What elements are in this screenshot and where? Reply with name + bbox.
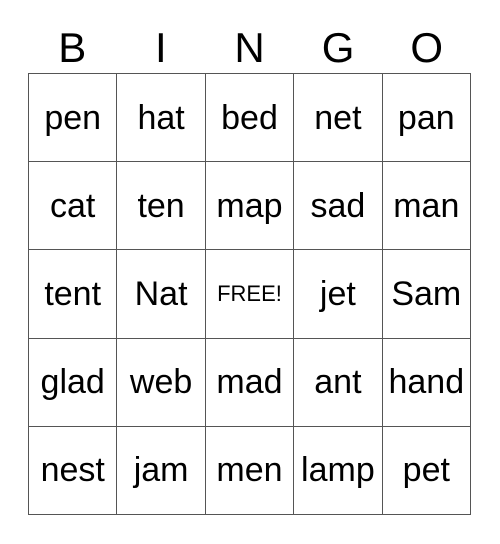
bingo-cell-text: pan (397, 98, 455, 137)
bingo-cell[interactable]: ten (117, 162, 206, 251)
bingo-header-letter-o: O (410, 23, 443, 71)
bingo-cell[interactable]: pen (29, 74, 118, 163)
bingo-cell-text: ant (314, 363, 362, 402)
bingo-cell-text: Sam (391, 274, 462, 313)
bingo-cell[interactable]: web (117, 338, 206, 427)
bingo-cell[interactable]: net (294, 74, 383, 163)
bingo-cell-text: glad (40, 363, 105, 402)
bingo-cell[interactable]: cat (29, 162, 118, 251)
bingo-cell[interactable]: hat (117, 74, 206, 163)
bingo-cell-text: net (314, 98, 362, 137)
bingo-cell-text: Nat (134, 274, 188, 313)
bingo-cell-text: tent (44, 274, 102, 313)
bingo-cell-text: sad (310, 186, 366, 225)
bingo-cell[interactable]: jet (294, 250, 383, 339)
bingo-cell[interactable]: man (382, 162, 471, 251)
bingo-cell[interactable]: sad (294, 162, 383, 251)
bingo-cell-text: man (393, 186, 460, 225)
bingo-cell-text: hat (137, 98, 185, 137)
bingo-cell[interactable]: Nat (117, 250, 206, 339)
bingo-header-letter-g: G (321, 23, 355, 71)
bingo-cell-text: bed (221, 98, 278, 137)
bingo-cell-text: pen (44, 98, 102, 137)
bingo-cell-text: map (216, 186, 283, 225)
bingo-cell-text: jam (133, 451, 189, 490)
bingo-cell[interactable]: pan (382, 74, 471, 163)
bingo-cell-text: mad (216, 363, 283, 402)
bingo-header-letter-n: N (234, 23, 265, 71)
bingo-cell[interactable]: jam (117, 426, 206, 515)
bingo-header-letter-b: B (58, 23, 87, 71)
bingo-cell[interactable]: men (205, 426, 295, 515)
bingo-cell-text: nest (40, 451, 105, 490)
bingo-cell[interactable]: hand (382, 338, 471, 427)
bingo-grid: pen hat bed net pan cat ten map sad man (28, 73, 471, 515)
bingo-cell-text: web (129, 363, 193, 402)
bingo-cell-text: hand (388, 363, 465, 402)
bingo-cell[interactable]: ant (294, 338, 383, 427)
bingo-free-cell-text: FREE! (217, 280, 282, 306)
bingo-free-cell[interactable]: FREE! (205, 250, 295, 339)
bingo-cell[interactable]: nest (29, 426, 118, 515)
bingo-cell-text: pet (402, 451, 450, 490)
bingo-cell[interactable]: tent (29, 250, 118, 339)
bingo-cell[interactable]: glad (29, 338, 118, 427)
bingo-header-letter-i: I (155, 23, 167, 71)
bingo-cell[interactable]: pet (382, 426, 471, 515)
bingo-cell[interactable]: bed (205, 74, 295, 163)
bingo-cell[interactable]: lamp (294, 426, 383, 515)
bingo-cell-text: cat (50, 186, 96, 225)
bingo-card: B I N G O pen hat bed net pan cat ten ma… (0, 0, 500, 544)
bingo-cell-text: lamp (301, 451, 375, 490)
bingo-cell-text: jet (319, 274, 356, 313)
bingo-cell-text: ten (137, 186, 185, 225)
bingo-header-row: B I N G O (28, 22, 471, 73)
bingo-cell-text: men (216, 451, 283, 490)
bingo-cell[interactable]: mad (205, 338, 295, 427)
bingo-cell[interactable]: map (205, 162, 295, 251)
bingo-cell[interactable]: Sam (382, 250, 471, 339)
